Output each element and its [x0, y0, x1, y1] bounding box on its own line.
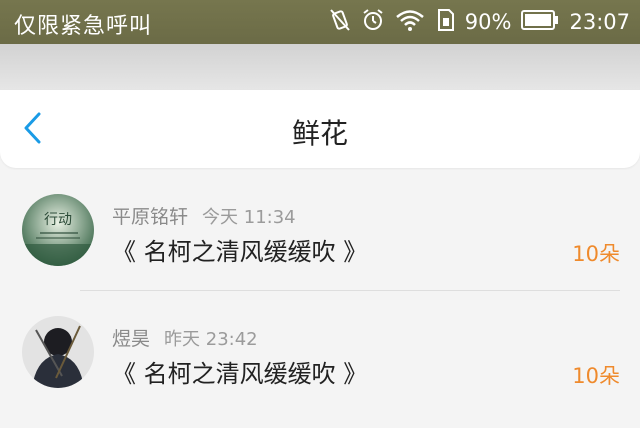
timestamp: 昨天 23:42	[164, 329, 258, 350]
status-icons: 90% 23:07	[329, 0, 630, 44]
page-title: 鲜花	[291, 117, 348, 150]
user-name[interactable]: 平原铭轩	[112, 206, 188, 228]
avatar[interactable]: 行动	[22, 194, 94, 266]
clock-time: 23:07	[569, 10, 630, 34]
user-name[interactable]: 煜昊	[112, 328, 150, 350]
battery-icon	[521, 9, 559, 36]
alarm-icon	[361, 8, 385, 37]
battery-percent: 90%	[464, 10, 512, 34]
avatar[interactable]	[22, 316, 94, 388]
list-item[interactable]: 行动 平原铭轩 今天 11:34 《 名柯之清风缓缓吹 》 10朵	[0, 184, 640, 306]
item-meta: 平原铭轩 今天 11:34	[112, 202, 296, 229]
list-item[interactable]: 煜昊 昨天 23:42 《 名柯之清风缓缓吹 》 10朵	[0, 306, 640, 428]
wifi-icon	[395, 9, 425, 36]
item-meta: 煜昊 昨天 23:42	[112, 324, 258, 351]
status-bar: 仅限紧急呼叫 90% 23:07	[0, 0, 640, 44]
work-title[interactable]: 《 名柯之清风缓缓吹 》	[112, 232, 367, 267]
avatar-label: 行动	[44, 212, 72, 228]
flower-count: 10朵	[572, 364, 620, 388]
divider	[80, 290, 620, 291]
sim-icon	[435, 8, 455, 37]
flower-list: 行动 平原铭轩 今天 11:34 《 名柯之清风缓缓吹 》 10朵 煜昊 昨天 23…	[0, 184, 640, 428]
work-title[interactable]: 《 名柯之清风缓缓吹 》	[112, 354, 367, 389]
nav-header: 鲜花	[0, 90, 640, 168]
timestamp: 今天 11:34	[202, 207, 296, 228]
flower-count: 10朵	[572, 242, 620, 266]
vibrate-icon	[329, 8, 351, 37]
header-backdrop	[0, 44, 640, 90]
carrier-text: 仅限紧急呼叫	[14, 14, 153, 39]
